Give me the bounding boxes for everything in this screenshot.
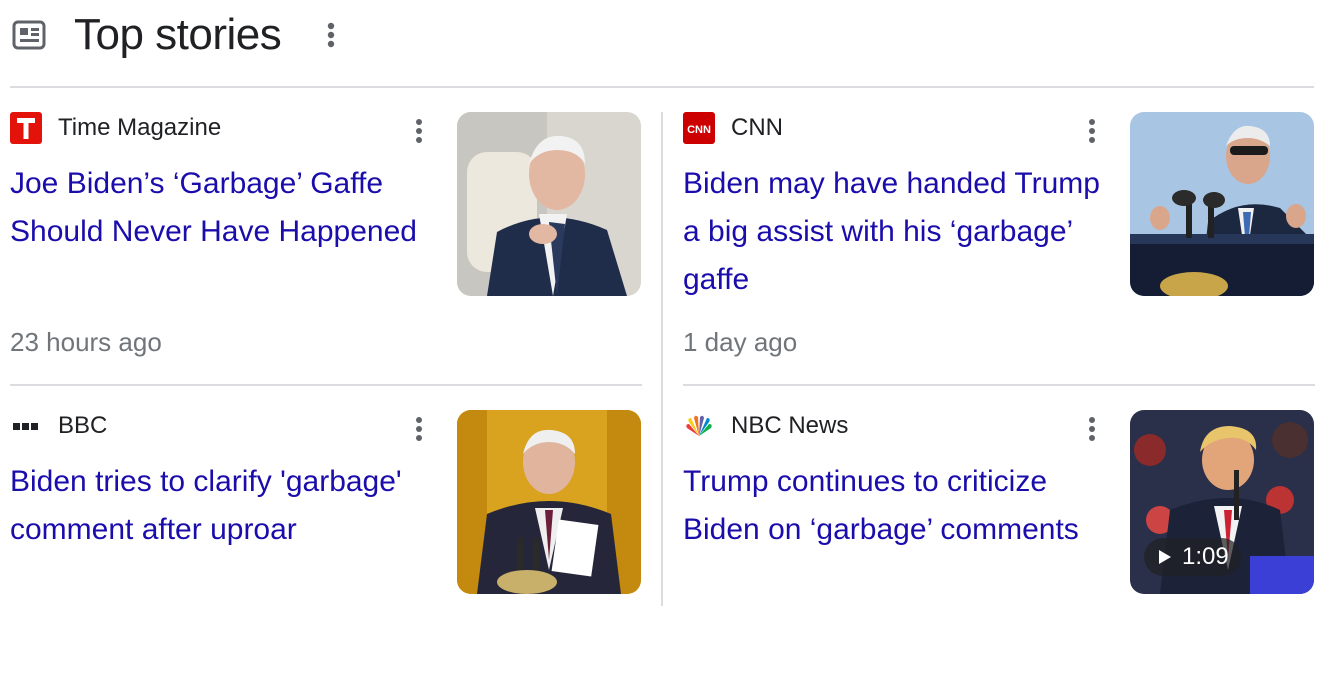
nbc-peacock-icon: [686, 415, 712, 436]
story-card[interactable]: BBC Biden tries to clarify 'garbage' com…: [10, 410, 642, 682]
story-thumbnail[interactable]: [1130, 112, 1314, 296]
publisher-name: NBC News: [731, 412, 849, 439]
cnn-logo-icon: CNN: [683, 112, 715, 144]
play-icon: [1159, 550, 1171, 564]
more-vert-icon[interactable]: [318, 18, 344, 52]
more-vert-icon[interactable]: [408, 412, 430, 446]
more-vert-icon[interactable]: [1081, 114, 1103, 148]
more-vert-icon[interactable]: [1081, 412, 1103, 446]
column-divider: [661, 112, 663, 606]
story-timestamp: 1 day ago: [683, 327, 798, 357]
story-divider: [10, 384, 642, 386]
more-vert-icon[interactable]: [408, 114, 430, 148]
video-duration: 1:09: [1182, 543, 1229, 570]
story-card[interactable]: NBC News Trump continues to criticize Bi…: [683, 410, 1315, 682]
svg-text:CNN: CNN: [687, 124, 711, 136]
story-headline[interactable]: Trump continues to criticize Biden on ‘g…: [683, 458, 1115, 554]
bbc-logo-icon: [13, 423, 38, 430]
story-headline[interactable]: Biden tries to clarify 'garbage' comment…: [10, 458, 442, 554]
time-logo-icon: [10, 112, 42, 144]
story-timestamp: 23 hours ago: [10, 327, 162, 357]
story-headline[interactable]: Biden may have handed Trump a big assist…: [683, 160, 1115, 304]
publisher-name: CNN: [731, 114, 783, 141]
section-title: Top stories: [74, 10, 282, 59]
newspaper-icon: [12, 20, 46, 50]
story-thumbnail[interactable]: 1:09: [1130, 410, 1314, 594]
story-divider: [683, 384, 1315, 386]
story-card[interactable]: Time Magazine Joe Biden’s ‘Garbage’ Gaff…: [10, 112, 642, 386]
header-divider: [10, 86, 1314, 88]
story-card[interactable]: CNN CNN Biden may have handed Trump a bi…: [683, 112, 1315, 386]
publisher-name: BBC: [58, 412, 108, 439]
story-thumbnail[interactable]: [457, 112, 641, 296]
publisher-name: Time Magazine: [58, 114, 222, 141]
story-headline[interactable]: Joe Biden’s ‘Garbage’ Gaffe Should Never…: [10, 160, 442, 256]
video-duration-badge[interactable]: 1:09: [1144, 538, 1241, 576]
story-thumbnail[interactable]: [457, 410, 641, 594]
top-stories-header: Top stories: [0, 0, 1322, 86]
